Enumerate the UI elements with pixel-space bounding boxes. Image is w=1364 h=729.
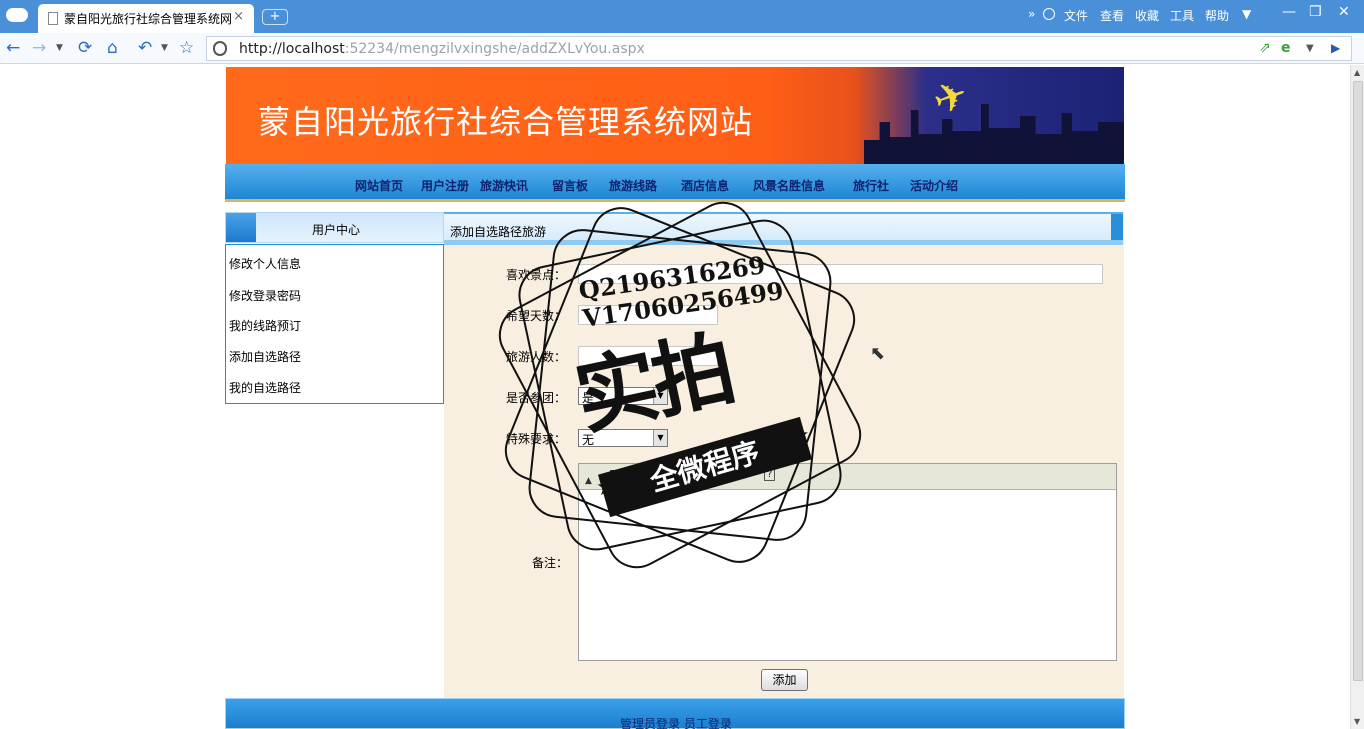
sidebar-item-edit-profile[interactable]: 修改个人信息	[229, 255, 301, 272]
unlink-icon[interactable]: ∞	[735, 468, 745, 482]
home-icon[interactable]: ⌂	[107, 38, 118, 58]
ie-mode-icon[interactable]: e	[1281, 40, 1291, 56]
menu-view[interactable]: 查看	[1100, 7, 1124, 24]
link-icon[interactable]: ⊖	[714, 468, 724, 482]
url-host: http://localhost	[239, 41, 345, 57]
collapse-toolbar-icon[interactable]: ▲	[585, 476, 592, 486]
header-accent	[226, 213, 256, 242]
back-icon[interactable]: ←	[6, 38, 20, 58]
scrollbar-thumb[interactable]	[1353, 81, 1363, 681]
tab-close-button[interactable]: ×	[233, 9, 244, 24]
nav-agencies[interactable]: 旅行社	[853, 177, 889, 194]
menu-file[interactable]: 文件	[1064, 7, 1088, 24]
people-label: 旅游人数：	[506, 350, 567, 364]
skin-icon[interactable]: ▼	[1242, 7, 1251, 21]
notes-rich-editor[interactable]: ▲ B ⊖ ∞ ?	[578, 463, 1117, 661]
airplane-icon: ✈	[927, 70, 975, 126]
nav-activities[interactable]: 活动介绍	[910, 177, 958, 194]
nav-routes[interactable]: 旅游线路	[609, 177, 657, 194]
special-select[interactable]: 无 ▼	[578, 429, 668, 447]
days-input[interactable]	[578, 305, 718, 325]
favorite-star-icon[interactable]: ☆	[179, 38, 194, 58]
special-label: 特殊要求：	[506, 432, 567, 446]
go-icon[interactable]: ▶	[1331, 41, 1340, 55]
site-title: 蒙自阳光旅行社综合管理系统网站	[258, 103, 754, 141]
more-icon[interactable]: »	[1028, 7, 1035, 21]
sidebar-item-add-custom-route[interactable]: 添加自选路径	[229, 348, 301, 365]
help-icon[interactable]: ?	[764, 468, 776, 481]
special-select-value: 无	[582, 433, 595, 447]
address-bar[interactable]: http://localhost:52234/mengzilvxingshe/a…	[206, 36, 1352, 61]
sidebar-item-change-password[interactable]: 修改登录密码	[229, 287, 301, 304]
page-icon	[48, 12, 58, 25]
form-title: 添加自选路径旅游	[450, 225, 547, 239]
main-nav: 网站首页 用户注册 旅游快讯 留言板 旅游线路 酒店信息 风景名胜信息 旅行社 …	[225, 164, 1125, 202]
browser-tab-bar: 蒙自阳光旅行社综合管理系统网 × + » 文件 查看 收藏 工具 帮助 ▼ — …	[0, 0, 1364, 33]
undo-icon[interactable]: ↶	[138, 38, 152, 58]
user-center-menu: 修改个人信息 修改登录密码 我的线路预订 添加自选路径 我的自选路径	[225, 244, 444, 404]
undo-dropdown-icon[interactable]: ▼	[161, 43, 168, 53]
scenery-label: 喜欢景点：	[506, 268, 567, 282]
nav-register[interactable]: 用户注册	[421, 177, 469, 194]
header-accent-right	[1111, 214, 1123, 240]
people-input[interactable]	[578, 346, 718, 366]
tab-title: 蒙自阳光旅行社综合管理系统网	[64, 12, 233, 26]
form-header: 添加自选路径旅游	[444, 212, 1123, 245]
group-select-value: 是	[582, 391, 595, 405]
nav-hotels[interactable]: 酒店信息	[681, 177, 729, 194]
notes-label: 备注：	[532, 556, 569, 570]
days-label: 希望天数：	[506, 309, 567, 323]
menu-favorites[interactable]: 收藏	[1135, 7, 1159, 24]
scenery-input[interactable]	[578, 264, 1103, 284]
nav-scenic-spots[interactable]: 风景名胜信息	[753, 177, 825, 194]
security-shield-icon	[213, 41, 227, 56]
url-path: :52234/mengzilvxingshe/addZXLvYou.aspx	[344, 41, 645, 57]
refresh-icon[interactable]: ⟳	[78, 38, 92, 58]
restore-icon[interactable]: ❐	[1309, 4, 1322, 20]
minimize-icon[interactable]: —	[1282, 4, 1296, 20]
nav-guestbook[interactable]: 留言板	[552, 177, 588, 194]
city-skyline	[864, 104, 1124, 164]
user-icon[interactable]	[1043, 8, 1055, 20]
share-icon[interactable]: ⇗	[1259, 40, 1271, 56]
nav-home[interactable]: 网站首页	[355, 177, 403, 194]
browser-toolbar: ← → ▼ ⟳ ⌂ ↶ ▼ ☆ http://localhost:52234/m…	[0, 33, 1364, 64]
nav-news[interactable]: 旅游快讯	[480, 177, 528, 194]
address-url[interactable]: http://localhost:52234/mengzilvxingshe/a…	[239, 41, 645, 57]
chevron-down-icon[interactable]: ▼	[653, 388, 667, 404]
editor-toolbar: ▲ B ⊖ ∞ ?	[579, 464, 1116, 490]
footer-login-links[interactable]: 管理员登录 员工登录	[620, 715, 732, 729]
cloud-icon[interactable]	[6, 8, 28, 22]
menu-help[interactable]: 帮助	[1205, 7, 1229, 24]
site-footer: 管理员登录 员工登录	[225, 698, 1125, 729]
user-center-title: 用户中心	[312, 223, 361, 237]
history-dropdown-icon[interactable]: ▼	[56, 43, 63, 53]
user-center-header: 用户中心	[225, 212, 444, 243]
close-window-icon[interactable]: ✕	[1338, 4, 1350, 20]
scroll-up-icon[interactable]: ▲	[1354, 68, 1360, 77]
sidebar-item-my-bookings[interactable]: 我的线路预订	[229, 317, 301, 334]
menu-tools[interactable]: 工具	[1170, 7, 1194, 24]
browser-tab[interactable]: 蒙自阳光旅行社综合管理系统网 ×	[38, 4, 254, 33]
group-select[interactable]: 是 ▼	[578, 387, 668, 405]
add-button[interactable]: 添加	[761, 669, 808, 691]
forward-icon[interactable]: →	[32, 38, 46, 58]
site-banner: ✈ 蒙自阳光旅行社综合管理系统网站	[226, 67, 1124, 164]
scroll-down-icon[interactable]: ▼	[1354, 717, 1360, 726]
new-tab-button[interactable]: +	[262, 9, 288, 25]
address-dropdown-icon[interactable]: ▼	[1306, 43, 1314, 54]
sidebar-item-my-custom-routes[interactable]: 我的自选路径	[229, 379, 301, 396]
mouse-cursor-icon: ⬉	[870, 343, 886, 364]
group-label: 是否参团：	[506, 391, 567, 405]
bold-icon[interactable]: B	[609, 468, 618, 482]
vertical-scrollbar[interactable]: ▲ ▼	[1350, 65, 1364, 729]
chevron-down-icon[interactable]: ▼	[653, 430, 667, 446]
